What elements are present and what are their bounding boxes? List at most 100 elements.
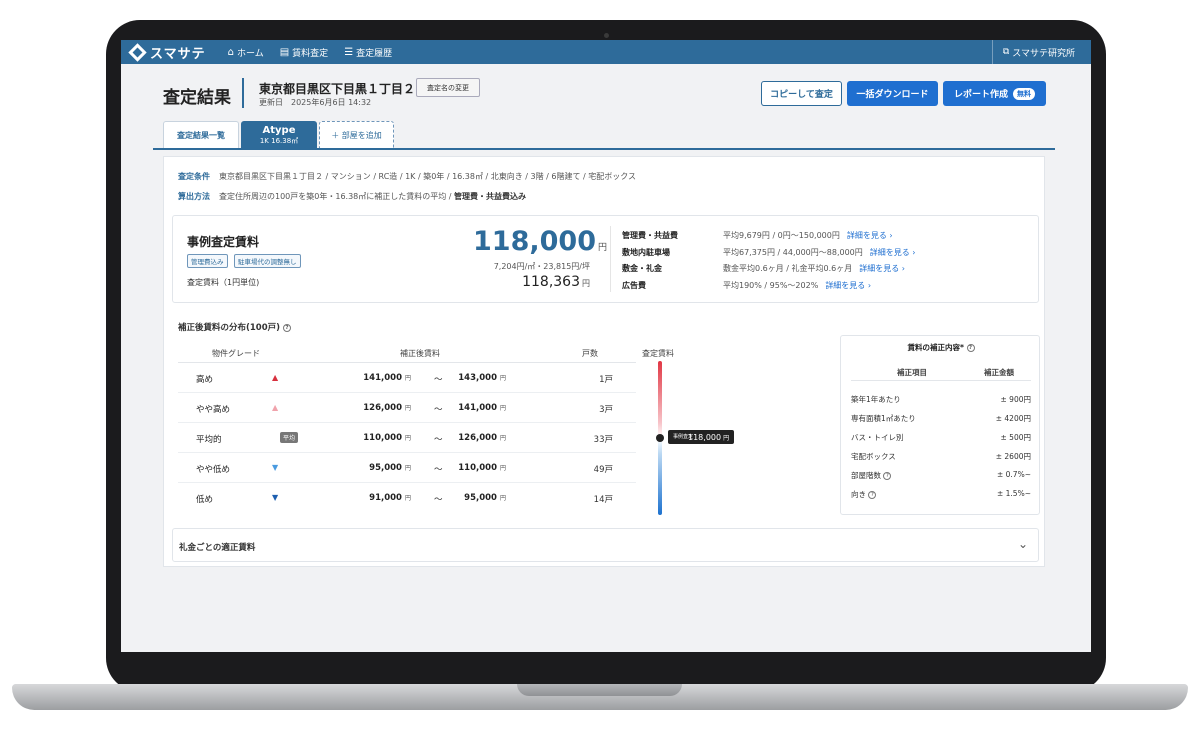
method-value: 査定住所周辺の100戸を築0年・16.38㎡に補正した賃料の平均 / [219,192,452,201]
yen-unit: 円 [499,375,506,382]
gauge-label-value: 118,000 [688,432,722,442]
create-report-button[interactable]: レポート作成 無料 [943,81,1046,106]
distribution-title-text: 補正後賃料の分布(100戸) [178,323,281,333]
gauge-label: 事例査定 118,000 円 [668,430,735,444]
fee-detail-link[interactable]: 詳細を見る › [859,263,905,274]
appraisal-address: 東京都目黒区下目黒１丁目２ [259,82,416,96]
fee-detail-link[interactable]: 詳細を見る › [847,230,893,241]
tag-parking: 駐車場代の調整無し [234,254,301,268]
camera-dot [604,33,609,38]
correction-amount: ± 500円 [1000,433,1031,442]
range-low: 91,000 円 [336,493,411,503]
tab-underline [153,148,1055,150]
unit-count: 49戸 [593,465,613,475]
correction-title: 賃料の補正内容* ? [841,342,1041,353]
distribution-title: 補正後賃料の分布(100戸) ? [178,321,291,333]
tab-atype-spec: 1K 16.38㎡ [259,136,299,145]
fee-detail-link[interactable]: 詳細を見る › [825,280,871,291]
summary-divider [610,226,611,292]
average-chip: 平均 [280,432,299,443]
yen-unit: 円 [404,435,411,442]
range-high-value: 143,000 [458,373,497,383]
logo-text: スマサテ [150,46,206,62]
range-low-value: 91,000 [369,493,402,503]
exact-price-value: 118,363 [522,274,580,290]
yen-unit: 円 [499,435,506,442]
method-label: 算出方法 [178,192,210,201]
grade-label: やや低め [196,465,231,475]
appraised-price: 118,000 円 [473,226,607,257]
grade-label: 低め [196,495,214,505]
range-low-value: 141,000 [363,373,402,383]
yen-unit: 円 [404,375,411,382]
range-low-value: 110,000 [363,433,402,443]
range-low: 95,000 円 [336,463,411,473]
rename-button[interactable]: 査定名の変更 [416,78,480,97]
tab-results-list[interactable]: 査定結果一覧 [163,121,239,149]
summary-title: 事例査定賃料 [187,235,260,249]
copy-appraisal-button[interactable]: コピーして査定 [761,81,842,106]
grade-label: 平均的 [196,435,222,445]
key-money-accordion[interactable]: 礼金ごとの適正賃料 ⌄ [172,528,1039,562]
col-range: 補正後賃料 [400,349,440,358]
range-high-value: 110,000 [458,463,497,473]
fee-detail-link[interactable]: 詳細を見る › [870,247,916,258]
fee-key: 敷地内駐車場 [622,248,670,257]
fee-row: 敷地内駐車場 平均67,375円 / 44,000円〜88,000円 詳細を見る… [622,247,916,258]
correction-panel: 賃料の補正内容* ? 補正項目 補正金額 築年1年あたり ± 900円 専有面積… [840,335,1040,515]
logo[interactable]: スマサテ [128,42,206,62]
nav-label: 査定履歴 [356,48,393,59]
fee-key: 敷金・礼金 [622,264,662,273]
range-high: 126,000 円 [433,433,506,443]
nav-item-lab[interactable]: ⧉ スマサテ研究所 [991,40,1075,64]
bulk-download-button[interactable]: 一括ダウンロード [847,81,938,106]
help-icon[interactable]: ? [883,472,892,480]
grade-label: 高め [196,375,214,385]
table-row: やや高め ▲ 126,000 円 〜 141,000 円 3戸 [178,393,636,423]
help-icon[interactable]: ? [966,344,975,352]
unit-count: 33戸 [593,435,613,445]
correction-amount: ± 2600円 [995,452,1031,461]
accordion-label: 礼金ごとの適正賃料 [179,543,256,553]
help-icon[interactable]: ? [282,323,291,332]
fee-row: 敷金・礼金 敷金平均0.6ヶ月 / 礼金平均0.6ヶ月 詳細を見る › [622,263,905,274]
col-amount: 補正金額 [984,368,1014,377]
exact-price: 118,363 円 [522,274,590,290]
nav-item-appraisal[interactable]: ▤ 賃料査定 [280,46,328,59]
range-low: 126,000 円 [336,403,411,413]
col-grade: 物件グレード [212,349,260,358]
gauge-label-yen: 円 [723,434,730,442]
nav-item-home[interactable]: ⌂ ホーム [228,46,264,59]
range-high: 95,000 円 [433,493,506,503]
correction-amount: ± 900円 [1000,395,1031,404]
col-item: 補正項目 [897,368,927,377]
method-row: 算出方法 査定住所周辺の100戸を築0年・16.38㎡に補正した賃料の平均 / 管… [178,191,526,202]
tab-add-room[interactable]: ＋ 部屋を追加 [319,121,394,149]
nav-item-history[interactable]: ☰ 査定履歴 [344,46,392,59]
table-row: 平均的 平均 110,000 円 〜 126,000 円 33戸 [178,423,636,453]
up-triangle-icon: ▲ [272,403,279,412]
table-row: 低め ▼ 91,000 円 〜 95,000 円 14戸 [178,483,636,513]
unit-count: 3戸 [599,405,613,415]
method-note: 管理費・共益費込み [454,192,527,201]
gauge-marker [656,434,664,442]
laptop-notch [517,684,682,696]
range-high: 141,000 円 [433,403,506,413]
external-link-icon: ⧉ [1002,47,1010,57]
col-count: 戸数 [582,349,598,358]
fee-value: 平均9,679円 / 0円〜150,000円 [723,231,840,240]
yen-unit: 円 [597,243,607,253]
fee-key: 管理費・共益費 [622,231,678,240]
help-icon[interactable]: ? [868,491,877,499]
logo-mark-icon [128,42,147,62]
fee-row: 管理費・共益費 平均9,679円 / 0円〜150,000円 詳細を見る › [622,230,893,241]
top-navbar: スマサテ ⌂ ホーム ▤ 賃料査定 ☰ 査定履歴 ⧉ スマサテ研究所 [121,40,1091,64]
tab-atype[interactable]: Atype 1K 16.38㎡ [241,121,317,149]
result-card: 査定条件 東京都目黒区下目黒１丁目２ / マンション / RC造 / 1K / 築… [163,156,1045,567]
document-icon: ▤ [279,46,290,58]
correction-item: バス・トイレ別 [851,433,904,442]
yen-unit: 円 [499,405,506,412]
correction-item: 宅配ボックス [851,452,896,461]
conditions-label: 査定条件 [178,172,210,181]
fee-row: 広告費 平均190% / 95%〜202% 詳細を見る › [622,280,871,291]
